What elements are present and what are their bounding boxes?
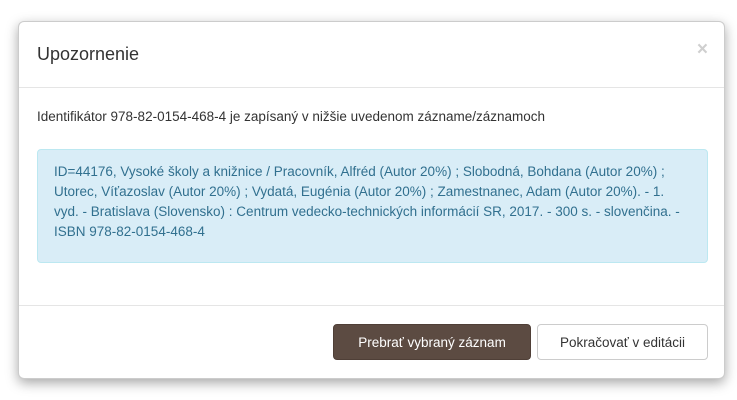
dialog-header: Upozornenie ×	[19, 22, 724, 88]
matching-record-item[interactable]: ID=44176, Vysoké školy a knižnice / Prac…	[37, 149, 708, 263]
alert-dialog: Upozornenie × Identifikátor 978-82-0154-…	[18, 21, 725, 379]
dialog-title: Upozornenie	[37, 44, 140, 64]
dialog-body: Identifikátor 978-82-0154-468-4 je zapís…	[19, 88, 724, 306]
identifier-message: Identifikátor 978-82-0154-468-4 je zapís…	[37, 109, 546, 124]
accept-selected-record-button[interactable]: Prebrať vybraný záznam	[333, 324, 531, 360]
dialog-footer: Prebrať vybraný záznam Pokračovať v edit…	[19, 306, 724, 378]
close-icon[interactable]: ×	[697, 40, 708, 59]
continue-editing-button[interactable]: Pokračovať v editácii	[537, 324, 708, 360]
